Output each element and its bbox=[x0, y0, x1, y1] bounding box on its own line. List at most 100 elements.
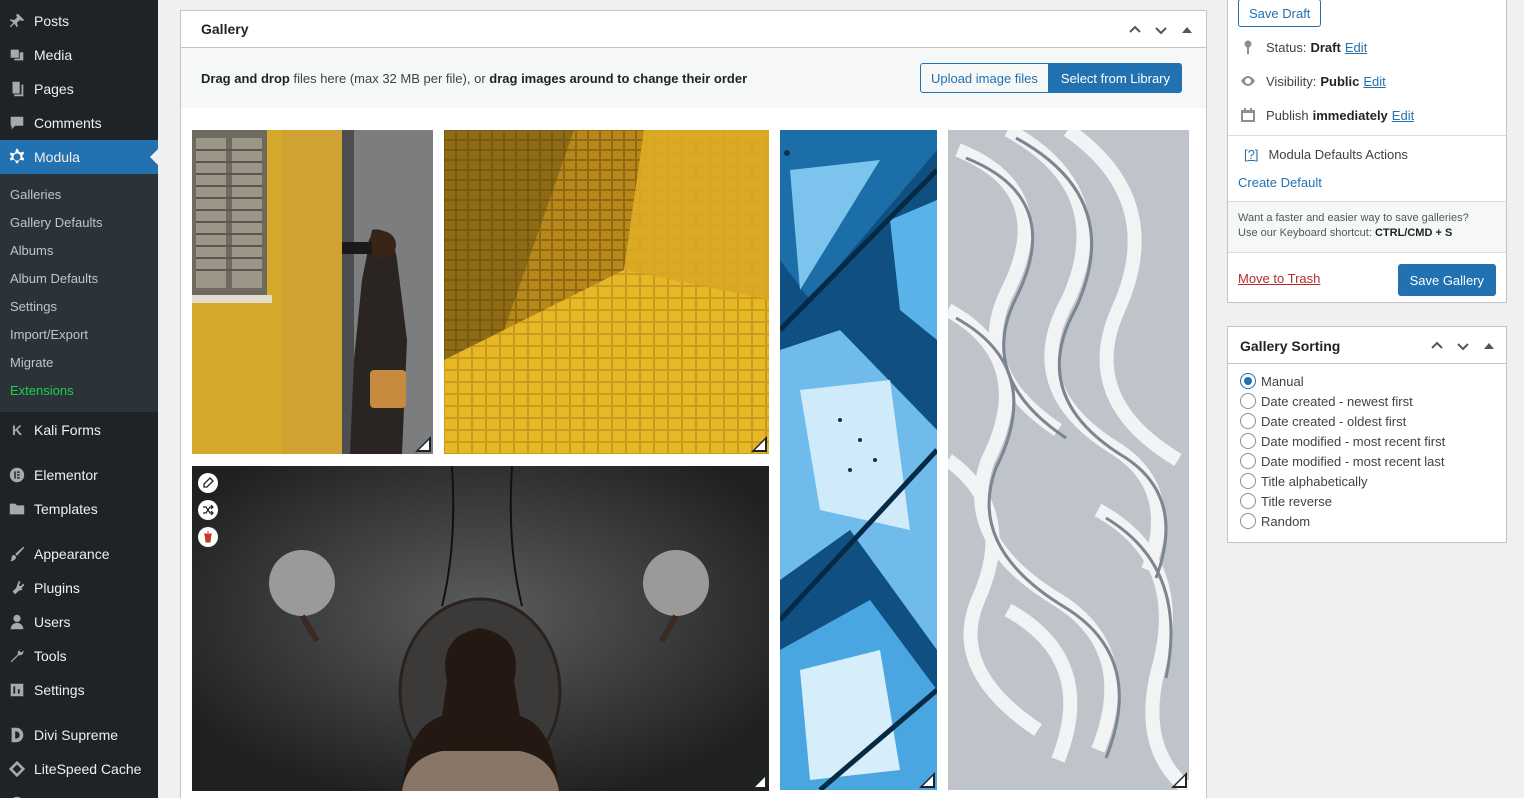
move-to-trash-link[interactable]: Move to Trash bbox=[1238, 271, 1320, 286]
menu-tools-label: Tools bbox=[34, 648, 67, 664]
upload-bar[interactable]: Drag and drop files here (max 32 MB per … bbox=[181, 48, 1206, 108]
chevron-down-icon bbox=[1457, 342, 1469, 350]
edit-visibility-link[interactable]: Edit bbox=[1363, 74, 1385, 89]
defaults-actions-row: [?] Modula Defaults Actions bbox=[1244, 147, 1408, 162]
create-default-link[interactable]: Create Default bbox=[1238, 175, 1322, 190]
radio[interactable] bbox=[1240, 413, 1256, 429]
menu-users-label: Users bbox=[34, 614, 71, 630]
move-down-button[interactable] bbox=[1148, 17, 1174, 43]
select-from-library-button[interactable]: Select from Library bbox=[1048, 63, 1182, 93]
menu-appearance-label: Appearance bbox=[34, 546, 110, 562]
resize-handle-icon[interactable] bbox=[751, 773, 767, 789]
gallery-header: Gallery bbox=[181, 11, 1206, 48]
gallery-image-yellow-tiles[interactable] bbox=[444, 130, 769, 454]
edit-publish-time-link[interactable]: Edit bbox=[1392, 108, 1414, 123]
menu-divi-supreme[interactable]: Divi Supreme bbox=[0, 718, 158, 752]
tip-line-1: Want a faster and easier way to save gal… bbox=[1238, 212, 1469, 224]
menu-elementor[interactable]: Elementor bbox=[0, 458, 158, 492]
sorting-move-up-button[interactable] bbox=[1424, 333, 1450, 359]
pages-icon bbox=[0, 80, 34, 98]
submenu-migrate[interactable]: Migrate bbox=[10, 353, 53, 373]
collapse-button[interactable] bbox=[1174, 17, 1200, 43]
menu-posts[interactable]: Posts bbox=[0, 4, 158, 38]
submenu-settings[interactable]: Settings bbox=[10, 297, 57, 317]
sort-option-manual[interactable]: Manual bbox=[1240, 373, 1304, 389]
gallery-image-mirror-lamps[interactable] bbox=[192, 466, 769, 791]
upload-instructions: Drag and drop files here (max 32 MB per … bbox=[201, 70, 748, 86]
submenu-extensions[interactable]: Extensions bbox=[10, 381, 74, 401]
submenu-albums[interactable]: Albums bbox=[10, 241, 53, 261]
trash-icon bbox=[204, 531, 212, 543]
publish-box: Save Draft Status: Draft Edit Visibility:… bbox=[1227, 0, 1507, 303]
gallery-image-white-facade[interactable] bbox=[948, 130, 1189, 790]
menu-settings[interactable]: Settings bbox=[0, 673, 158, 707]
submenu-galleries[interactable]: Galleries bbox=[10, 185, 61, 205]
gallery-image-blue-ceiling[interactable] bbox=[780, 130, 937, 790]
pencil-icon bbox=[203, 477, 214, 488]
help-link[interactable]: [?] bbox=[1244, 147, 1258, 162]
submenu-gallery-defaults[interactable]: Gallery Defaults bbox=[10, 213, 102, 233]
menu-plugins[interactable]: Plugins bbox=[0, 571, 158, 605]
submenu-import-export[interactable]: Import/Export bbox=[10, 325, 88, 345]
edit-status-link[interactable]: Edit bbox=[1345, 40, 1367, 55]
tip-line-2: Use our Keyboard shortcut: bbox=[1238, 227, 1372, 239]
sort-option-created-newest[interactable]: Date created - newest first bbox=[1240, 393, 1413, 409]
menu-pages-label: Pages bbox=[34, 81, 74, 97]
image-mirror-lamps bbox=[192, 466, 769, 791]
menu-users[interactable]: Users bbox=[0, 605, 158, 639]
chevron-down-icon bbox=[1155, 26, 1167, 34]
kali-forms-icon: K bbox=[11, 422, 23, 438]
move-up-button[interactable] bbox=[1122, 17, 1148, 43]
edit-image-button[interactable] bbox=[198, 473, 218, 493]
radio[interactable] bbox=[1240, 393, 1256, 409]
calendar-icon bbox=[1241, 108, 1255, 122]
sort-option-title-reverse[interactable]: Title reverse bbox=[1240, 493, 1332, 509]
menu-litespeed-cache[interactable]: LiteSpeed Cache bbox=[0, 752, 158, 786]
sort-option-modified-recent-first[interactable]: Date modified - most recent first bbox=[1240, 433, 1445, 449]
save-gallery-button[interactable]: Save Gallery bbox=[1397, 264, 1496, 296]
radio[interactable] bbox=[1240, 493, 1256, 509]
radio[interactable] bbox=[1240, 433, 1256, 449]
menu-pages[interactable]: Pages bbox=[0, 72, 158, 106]
gallery-image-woman-binoculars[interactable] bbox=[192, 130, 433, 454]
resize-handle-icon[interactable] bbox=[751, 436, 767, 452]
defaults-actions-title: Modula Defaults Actions bbox=[1268, 147, 1408, 162]
menu-modula[interactable]: Modula bbox=[0, 140, 158, 174]
menu-media[interactable]: Media bbox=[0, 38, 158, 72]
menu-kali-forms-label: Kali Forms bbox=[34, 422, 101, 438]
menu-appearance[interactable]: Appearance bbox=[0, 537, 158, 571]
radio[interactable] bbox=[1240, 453, 1256, 469]
menu-divi-supreme-label: Divi Supreme bbox=[34, 727, 119, 743]
sort-option-modified-recent-last[interactable]: Date modified - most recent last bbox=[1240, 453, 1445, 469]
admin-sidebar: Posts Media Pages Comments Modula Galler… bbox=[0, 0, 158, 798]
resize-handle-icon[interactable] bbox=[1171, 772, 1187, 788]
radio[interactable] bbox=[1240, 513, 1256, 529]
resize-handle-icon[interactable] bbox=[919, 772, 935, 788]
replace-image-button[interactable] bbox=[198, 500, 218, 520]
comments-icon bbox=[0, 114, 34, 132]
folder-icon bbox=[0, 500, 34, 518]
tip-shortcut: CTRL/CMD + S bbox=[1374, 227, 1453, 239]
menu-more[interactable] bbox=[0, 786, 158, 798]
submenu-album-defaults[interactable]: Album Defaults bbox=[10, 269, 98, 289]
menu-comments-label: Comments bbox=[34, 115, 102, 131]
radio-checked[interactable] bbox=[1240, 373, 1256, 389]
radio[interactable] bbox=[1240, 473, 1256, 489]
save-draft-button[interactable]: Save Draft bbox=[1238, 0, 1322, 27]
wrench-icon bbox=[0, 647, 34, 665]
resize-handle-icon[interactable] bbox=[415, 436, 431, 452]
sorting-collapse-button[interactable] bbox=[1476, 333, 1502, 359]
sort-option-created-oldest[interactable]: Date created - oldest first bbox=[1240, 413, 1406, 429]
delete-image-button[interactable] bbox=[198, 527, 218, 547]
sort-option-random[interactable]: Random bbox=[1240, 513, 1310, 529]
menu-templates[interactable]: Templates bbox=[0, 492, 158, 526]
menu-kali-forms[interactable]: K Kali Forms bbox=[0, 413, 158, 447]
sorting-move-down-button[interactable] bbox=[1450, 333, 1476, 359]
upload-image-files-button[interactable]: Upload image files bbox=[919, 63, 1049, 93]
gear-icon bbox=[0, 148, 34, 166]
chevron-up-icon bbox=[1129, 25, 1141, 33]
sort-option-title-alpha[interactable]: Title alphabetically bbox=[1240, 473, 1367, 489]
menu-tools[interactable]: Tools bbox=[0, 639, 158, 673]
menu-comments[interactable]: Comments bbox=[0, 106, 158, 140]
publish-time-row: Publish immediately Edit bbox=[1240, 107, 1414, 123]
